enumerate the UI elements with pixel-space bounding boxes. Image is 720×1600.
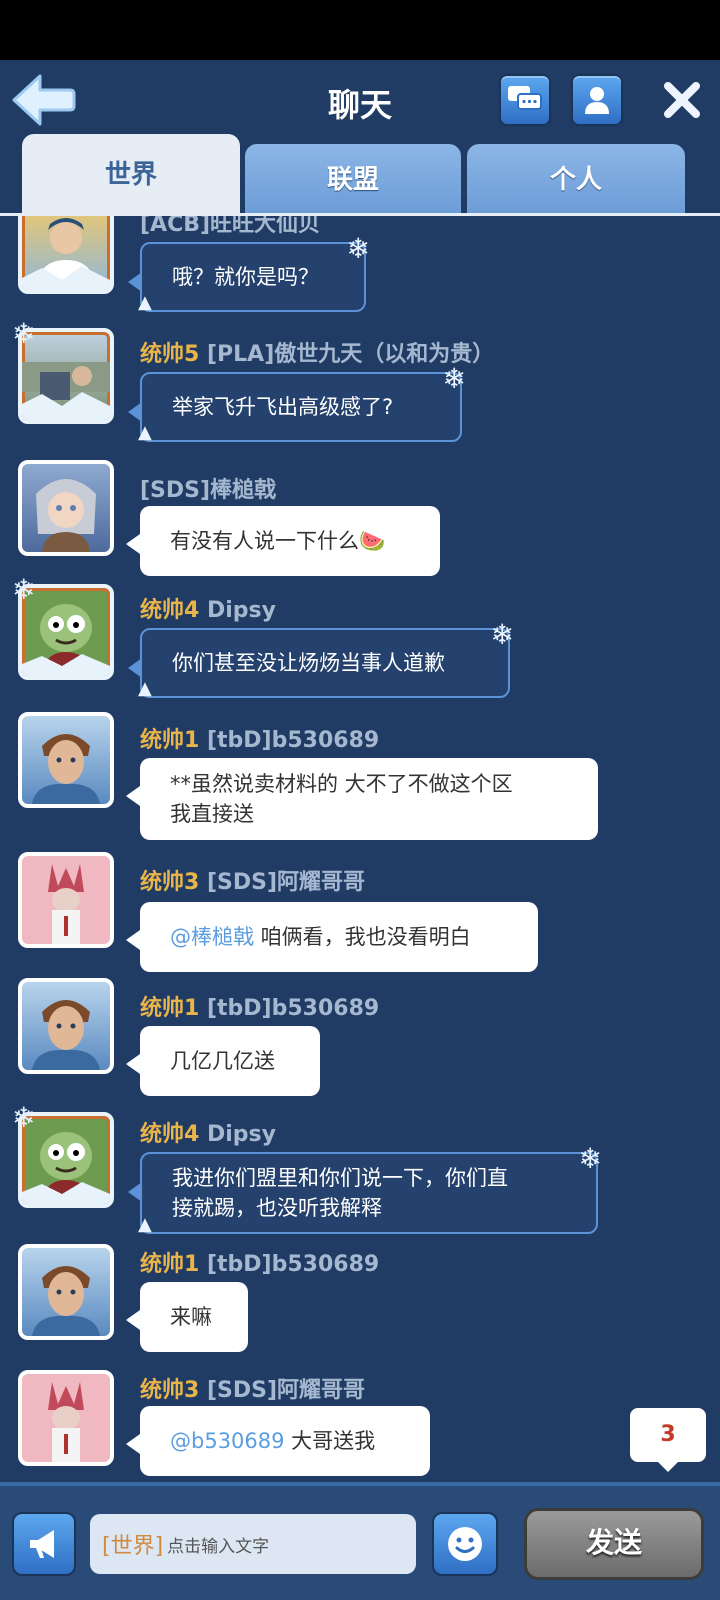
smiley-icon — [448, 1527, 482, 1561]
sender-name: 统帅3 [SDS]阿耀哥哥 — [140, 870, 366, 895]
avatar[interactable] — [18, 978, 114, 1074]
message-bubble[interactable]: @棒槌戟 咱俩看，我也没看明白 — [126, 902, 538, 972]
input-placeholder: 点击输入文字 — [167, 1536, 270, 1557]
character-portrait-icon — [48, 864, 84, 944]
message-bubble[interactable]: 有没有人说一下什么🍉 — [126, 506, 440, 576]
person-icon — [585, 87, 609, 114]
megaphone-icon — [30, 1530, 54, 1558]
snowflake-icon: ❄ — [578, 1142, 602, 1175]
chat-bubbles-icon — [508, 86, 542, 110]
channel-tag: [世界] — [102, 1534, 164, 1559]
unread-count-badge[interactable]: 3 — [630, 1408, 706, 1472]
message-bubble[interactable]: 哦？就你是吗？ ❄ ▲ — [128, 234, 370, 313]
avatar[interactable] — [18, 1370, 114, 1466]
snowflake-icon: ❄ — [12, 573, 36, 606]
sender-name: 统帅3 [SDS]阿耀哥哥 — [140, 1378, 366, 1403]
player-portrait-icon — [36, 479, 96, 552]
chat-channels-button[interactable] — [499, 74, 551, 126]
sender-name: 统帅1 [tbD]b530689 — [140, 996, 380, 1021]
close-button[interactable] — [660, 78, 704, 122]
mention-link[interactable]: @b530689 — [170, 1429, 285, 1453]
player-portrait-icon — [22, 218, 110, 290]
snow-tree-icon: ▲ — [138, 422, 152, 443]
snow-tree-icon: ▲ — [138, 292, 152, 313]
tab-alliance[interactable]: 联盟 — [245, 144, 461, 216]
sender-name: 统帅1 [tbD]b530689 — [140, 1252, 380, 1277]
snowflake-icon: ❄ — [12, 1101, 36, 1134]
channel-tabs: 世界 联盟 个人 — [0, 132, 720, 216]
avatar[interactable] — [18, 712, 114, 808]
sender-name: 统帅5 [PLA]傲世九天（以和为贵） — [140, 342, 495, 367]
avatar[interactable] — [18, 216, 114, 294]
avatar[interactable] — [18, 852, 114, 948]
snowflake-icon: ❄ — [442, 362, 466, 395]
chat-input-bar: [世界] 点击输入文字 发送 — [0, 1482, 720, 1600]
hero-portrait-icon — [32, 1000, 100, 1070]
snow-tree-icon: ▲ — [138, 1214, 152, 1235]
send-button[interactable]: 发送 — [524, 1508, 704, 1580]
tab-world[interactable]: 世界 — [22, 134, 240, 216]
chat-message-list[interactable]: [ACB]旺旺大仙贝 哦？就你是吗？ ❄ ▲ ❄ 统帅5 [PLA]傲世九天（以… — [0, 216, 720, 1482]
message-bubble[interactable]: 几亿几亿送 — [126, 1026, 320, 1096]
mention-link[interactable]: @棒槌戟 — [170, 925, 254, 949]
status-bar — [0, 0, 720, 60]
message-bubble[interactable]: 你们甚至没让炀炀当事人道歉 ❄ ▲ — [128, 620, 514, 699]
message-bubble[interactable]: 举家飞升飞出高级感了? ❄ ▲ — [128, 364, 466, 443]
hero-portrait-icon — [32, 734, 100, 804]
emoji-button[interactable] — [432, 1512, 498, 1576]
close-icon — [664, 82, 700, 118]
avatar[interactable] — [18, 1244, 114, 1340]
broadcast-button[interactable] — [12, 1512, 76, 1576]
snowflake-icon: ❄ — [12, 317, 36, 350]
snowflake-icon: ❄ — [490, 618, 514, 651]
sender-name: [ACB]旺旺大仙贝 — [140, 216, 321, 237]
tab-personal[interactable]: 个人 — [467, 144, 685, 216]
avatar[interactable] — [18, 460, 114, 556]
hero-portrait-icon — [32, 1266, 100, 1336]
profile-button[interactable] — [571, 74, 623, 126]
character-portrait-icon — [48, 1382, 84, 1462]
snowflake-icon: ❄ — [346, 232, 370, 265]
sender-name: 统帅1 [tbD]b530689 — [140, 728, 380, 753]
message-bubble[interactable]: @b530689 大哥送我 — [126, 1406, 430, 1476]
sender-name: 统帅4 Dipsy — [140, 598, 276, 623]
message-bubble[interactable]: **虽然说卖材料的 大不了不做这个区 我直接送 — [126, 758, 598, 840]
sender-name: 统帅4 Dipsy — [140, 1122, 276, 1147]
message-input[interactable]: [世界] 点击输入文字 — [90, 1514, 416, 1574]
message-bubble[interactable]: 来嘛 — [126, 1282, 248, 1352]
sender-name: [SDS]棒槌戟 — [140, 478, 277, 503]
snow-tree-icon: ▲ — [138, 678, 152, 699]
message-bubble[interactable]: 我进你们盟里和你们说一下，你们直 接就踢，也没听我解释 ❄ ▲ — [128, 1144, 602, 1235]
